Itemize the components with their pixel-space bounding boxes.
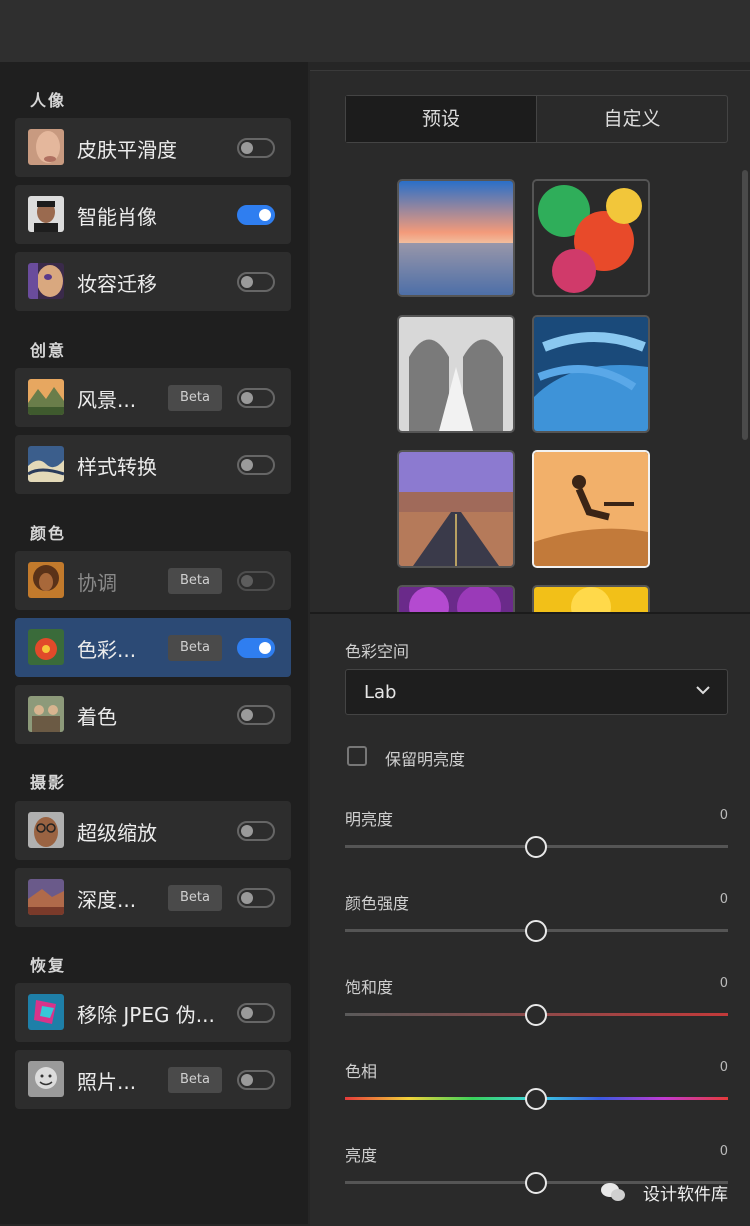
filter-harmonization[interactable]: 协调 Beta xyxy=(15,551,291,610)
colorize-toggle[interactable] xyxy=(237,705,275,725)
filter-label: 风景... xyxy=(77,388,137,412)
beta-badge: Beta xyxy=(168,1067,222,1093)
filter-label: 色彩... xyxy=(77,638,137,662)
slider-label-lightness: 亮度 xyxy=(345,1146,378,1165)
preset-arches[interactable] xyxy=(397,315,515,433)
preset-blue-feathers[interactable] xyxy=(532,315,650,433)
beta-badge: Beta xyxy=(168,385,222,411)
keep-brightness-label: 保留明亮度 xyxy=(385,750,466,769)
slider-value-hue: 0 xyxy=(719,1060,728,1075)
tab-preset[interactable]: 预设 xyxy=(346,96,536,142)
preset-tabs: 预设 自定义 xyxy=(345,95,728,143)
filter-label: 妆容迁移 xyxy=(77,272,157,296)
filter-photo-restoration[interactable]: 照片... Beta xyxy=(15,1050,291,1109)
smart-portrait-thumbnail xyxy=(28,196,64,232)
preset-scrollbar[interactable] xyxy=(742,170,748,440)
skin-smoothing-thumbnail xyxy=(28,129,64,165)
watermark-brand: 设计软件库 xyxy=(643,1185,728,1205)
slider-value-color-intensity: 0 xyxy=(719,892,728,907)
harmonization-thumbnail xyxy=(28,562,64,598)
slider-label-color-intensity: 颜色强度 xyxy=(345,894,410,913)
section-photography: 摄影 xyxy=(30,773,67,792)
color-transfer-thumbnail xyxy=(28,629,64,665)
brightness-slider-knob[interactable] xyxy=(525,836,547,858)
filter-label: 皮肤平滑度 xyxy=(77,138,177,162)
jpeg-artifacts-thumbnail xyxy=(28,994,64,1030)
photo-restoration-toggle[interactable] xyxy=(237,1070,275,1090)
color-space-value: Lab xyxy=(364,682,397,703)
tab-custom[interactable]: 自定义 xyxy=(536,96,727,142)
neural-filters-sidebar: 人像 皮肤平滑度 智能肖像 妆容迁移 创意 风景... Beta 样式转换 颜色… xyxy=(0,62,308,1224)
makeup-transfer-toggle[interactable] xyxy=(237,272,275,292)
filter-label: 样式转换 xyxy=(77,455,157,479)
settings-panel: 色彩空间 Lab 保留明亮度 明亮度 0 颜色强度 0 饱和度 0 色相 0 亮… xyxy=(310,612,750,1226)
filter-smart-portrait[interactable]: 智能肖像 xyxy=(15,185,291,244)
preset-desert-road[interactable] xyxy=(397,450,515,568)
filter-label: 照片... xyxy=(77,1070,137,1094)
slider-value-lightness: 0 xyxy=(719,1144,728,1159)
filter-landscape-mixer[interactable]: 风景... Beta xyxy=(15,368,291,427)
preset-sunset-sea[interactable] xyxy=(397,179,515,297)
hue-slider-knob[interactable] xyxy=(525,1088,547,1110)
color-transfer-toggle[interactable] xyxy=(237,638,275,658)
style-transfer-thumbnail xyxy=(28,446,64,482)
wechat-icon xyxy=(600,1181,626,1207)
filter-label: 智能肖像 xyxy=(77,205,157,229)
photo-restoration-thumbnail xyxy=(28,1061,64,1097)
harmonization-toggle[interactable] xyxy=(237,571,275,591)
chevron-down-icon xyxy=(693,680,713,704)
beta-badge: Beta xyxy=(168,635,222,661)
beta-badge: Beta xyxy=(168,568,222,594)
makeup-transfer-thumbnail xyxy=(28,263,64,299)
color-space-label: 色彩空间 xyxy=(345,642,410,661)
super-zoom-thumbnail xyxy=(28,812,64,848)
slider-value-saturation: 0 xyxy=(719,976,728,991)
slider-label-saturation: 饱和度 xyxy=(345,978,394,997)
filter-makeup-transfer[interactable]: 妆容迁移 xyxy=(15,252,291,311)
preset-panel: 预设 自定义 xyxy=(310,70,750,613)
landscape-toggle[interactable] xyxy=(237,388,275,408)
colorize-thumbnail xyxy=(28,696,64,732)
keep-brightness-checkbox[interactable] xyxy=(347,746,367,766)
filter-label: 移除 JPEG 伪... xyxy=(77,1003,215,1027)
filter-skin-smoothing[interactable]: 皮肤平滑度 xyxy=(15,118,291,177)
slider-value-brightness: 0 xyxy=(719,808,728,823)
filter-super-zoom[interactable]: 超级缩放 xyxy=(15,801,291,860)
filter-color-transfer[interactable]: 色彩... Beta xyxy=(15,618,291,677)
super-zoom-toggle[interactable] xyxy=(237,821,275,841)
preset-yellow-flower[interactable] xyxy=(532,585,650,613)
depth-blur-thumbnail xyxy=(28,879,64,915)
preset-skater[interactable] xyxy=(532,450,650,568)
filter-label: 协调 xyxy=(77,571,117,595)
filter-colorize[interactable]: 着色 xyxy=(15,685,291,744)
section-restore: 恢复 xyxy=(30,956,67,975)
section-color: 颜色 xyxy=(30,524,67,543)
depth-blur-toggle[interactable] xyxy=(237,888,275,908)
filter-depth-blur[interactable]: 深度... Beta xyxy=(15,868,291,927)
filter-jpeg-artifacts[interactable]: 移除 JPEG 伪... xyxy=(15,983,291,1042)
preset-purple-flowers[interactable] xyxy=(397,585,515,613)
color-space-dropdown[interactable]: Lab xyxy=(345,669,728,715)
section-portrait: 人像 xyxy=(30,91,67,110)
slider-label-brightness: 明亮度 xyxy=(345,810,394,829)
filter-label: 着色 xyxy=(77,705,117,729)
smart-portrait-toggle[interactable] xyxy=(237,205,275,225)
slider-label-hue: 色相 xyxy=(345,1062,378,1081)
preset-abstract-paint[interactable] xyxy=(532,179,650,297)
beta-badge: Beta xyxy=(168,885,222,911)
skin-smoothing-toggle[interactable] xyxy=(237,138,275,158)
saturation-slider-knob[interactable] xyxy=(525,1004,547,1026)
top-bar xyxy=(0,0,750,62)
lightness-slider-knob[interactable] xyxy=(525,1172,547,1194)
section-creative: 创意 xyxy=(30,341,67,360)
filter-label: 深度... xyxy=(77,888,137,912)
landscape-thumbnail xyxy=(28,379,64,415)
filter-style-transfer[interactable]: 样式转换 xyxy=(15,435,291,494)
style-transfer-toggle[interactable] xyxy=(237,455,275,475)
color-intensity-slider-knob[interactable] xyxy=(525,920,547,942)
jpeg-artifacts-toggle[interactable] xyxy=(237,1003,275,1023)
filter-label: 超级缩放 xyxy=(77,821,157,845)
